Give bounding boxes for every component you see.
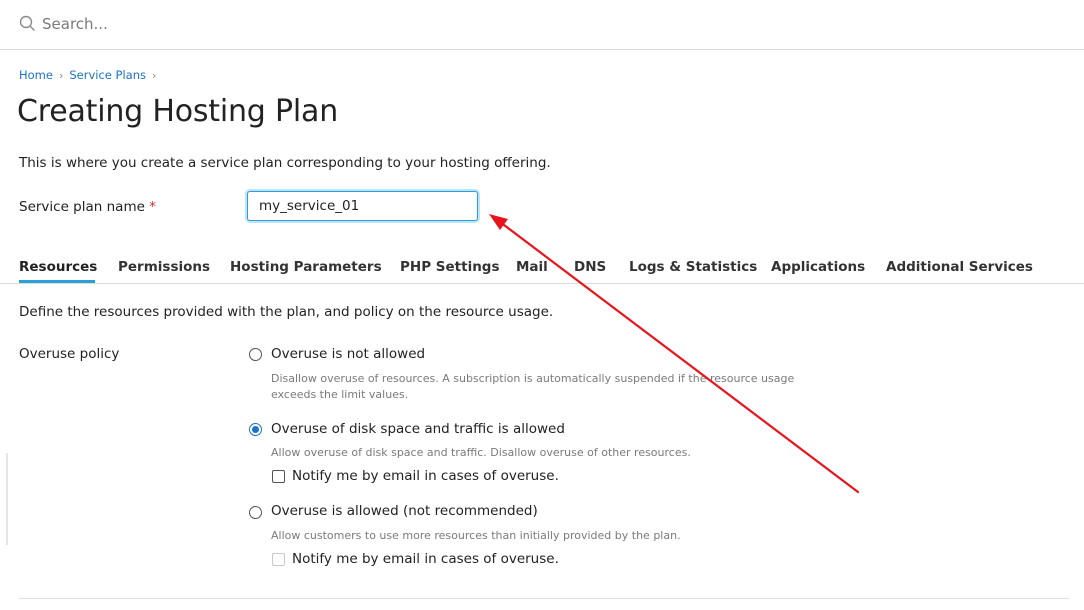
overuse-disk-traffic-description: Allow overuse of disk space and traffic.…: [271, 446, 691, 459]
chevron-right-icon: ›: [58, 68, 64, 82]
overuse-not-allowed-label[interactable]: Overuse is not allowed: [271, 346, 425, 362]
tab-resources[interactable]: Resources: [19, 259, 97, 275]
tab-permissions[interactable]: Permissions: [118, 259, 210, 275]
overuse-allowed-description: Allow customers to use more resources th…: [271, 529, 681, 542]
notify-overuse-label-disabled: Notify me by email in cases of overuse.: [292, 551, 559, 567]
overuse-disk-traffic-radio[interactable]: [249, 423, 262, 436]
resources-description: Define the resources provided with the p…: [19, 304, 554, 320]
tab-applications[interactable]: Applications: [771, 259, 865, 275]
overuse-disk-traffic-label[interactable]: Overuse of disk space and traffic is all…: [271, 421, 565, 437]
breadcrumb: Home › Service Plans ›: [19, 68, 162, 82]
overuse-policy-label: Overuse policy: [19, 346, 120, 362]
plan-name-label: Service plan name *: [19, 199, 156, 215]
section-divider: [19, 598, 1069, 599]
tab-mail[interactable]: Mail: [516, 259, 548, 275]
plan-name-label-text: Service plan name: [19, 199, 145, 215]
page-intro: This is where you create a service plan …: [19, 155, 551, 171]
breadcrumb-service-plans[interactable]: Service Plans: [69, 68, 146, 82]
tab-additional-services[interactable]: Additional Services: [886, 259, 1033, 275]
notify-overuse-checkbox-disabled: [272, 553, 285, 566]
annotation-arrow-head: [489, 214, 508, 230]
search-bar[interactable]: Search...: [0, 0, 1084, 50]
search-icon: [19, 15, 35, 31]
tab-logs-statistics[interactable]: Logs & Statistics: [629, 259, 757, 275]
overuse-not-allowed-description: Disallow overuse of resources. A subscri…: [271, 372, 795, 401]
tab-dns[interactable]: DNS: [574, 259, 606, 275]
scroll-edge: [6, 453, 8, 545]
active-tab-indicator: [19, 280, 95, 283]
overuse-allowed-radio[interactable]: [249, 506, 262, 519]
tab-hosting-parameters[interactable]: Hosting Parameters: [230, 259, 382, 275]
plan-name-input[interactable]: [247, 191, 478, 221]
required-mark: *: [149, 199, 156, 215]
notify-overuse-label[interactable]: Notify me by email in cases of overuse.: [292, 468, 559, 484]
overuse-allowed-label[interactable]: Overuse is allowed (not recommended): [271, 503, 538, 519]
tab-php-settings[interactable]: PHP Settings: [400, 259, 500, 275]
notify-overuse-checkbox[interactable]: [272, 470, 285, 483]
search-input[interactable]: Search...: [42, 15, 108, 33]
overuse-not-allowed-radio[interactable]: [249, 348, 262, 361]
breadcrumb-home[interactable]: Home: [19, 68, 53, 82]
page-title: Creating Hosting Plan: [17, 94, 339, 129]
tab-bar: Resources Permissions Hosting Parameters…: [0, 250, 1084, 284]
chevron-right-icon: ›: [152, 68, 157, 82]
